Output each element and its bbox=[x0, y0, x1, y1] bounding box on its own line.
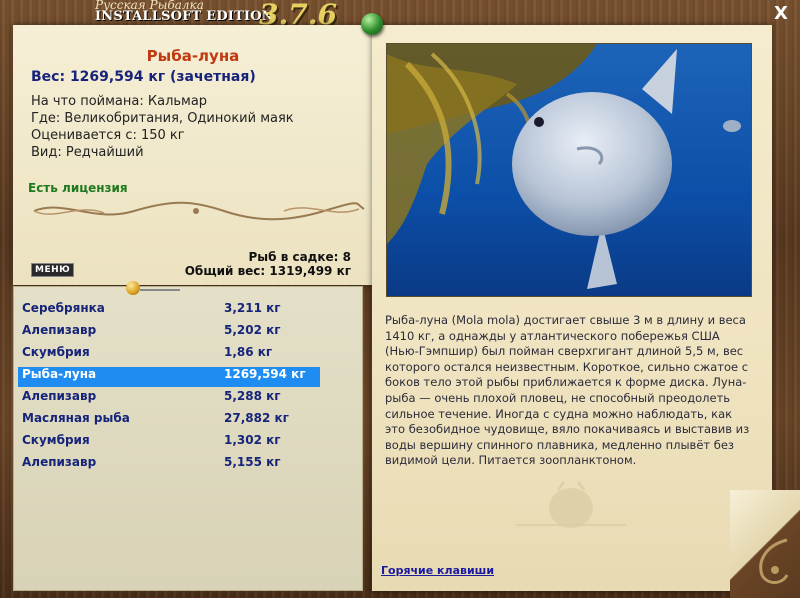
fish-item-weight: 27,882 кг bbox=[224, 411, 289, 425]
fish-item-weight: 1,86 кг bbox=[224, 345, 273, 359]
ornament-divider bbox=[33, 201, 365, 221]
fish-list-item-selected[interactable]: Рыба-луна 1269,594 кг bbox=[18, 367, 320, 387]
fish-list-item[interactable]: Масляная рыба 27,882 кг bbox=[18, 411, 320, 431]
yellow-pin-icon bbox=[126, 281, 140, 295]
fish-description: Рыба-луна (Mola mola) достигает свыше 3 … bbox=[385, 313, 750, 468]
hotkeys-link[interactable]: Горячие клавиши bbox=[381, 564, 494, 577]
location-info: Где: Великобритания, Одинокий маяк bbox=[31, 111, 294, 126]
fish-item-weight: 1269,594 кг bbox=[224, 367, 306, 381]
menu-button[interactable]: МЕНЮ bbox=[31, 263, 75, 277]
fish-count: Рыб в садке: 8 bbox=[248, 250, 352, 264]
fish-list-item[interactable]: Алепизавр 5,155 кг bbox=[18, 455, 320, 475]
fish-list-item[interactable]: Алепизавр 5,288 кг bbox=[18, 389, 320, 409]
fish-item-weight: 1,302 кг bbox=[224, 433, 281, 447]
fish-list-item[interactable]: Скумбрия 1,86 кг bbox=[18, 345, 320, 365]
fish-title: Рыба-луна bbox=[146, 47, 240, 65]
fish-list-item[interactable]: Серебрянка 3,211 кг bbox=[18, 301, 320, 321]
fish-list-item[interactable]: Алепизавр 5,202 кг bbox=[18, 323, 320, 343]
total-weight: Общий вес: 1319,499 кг bbox=[184, 264, 351, 278]
needle-icon bbox=[140, 289, 180, 291]
bait-info: На что поймана: Кальмар bbox=[31, 94, 208, 109]
fish-item-name: Алепизавр bbox=[22, 455, 97, 469]
fish-list-item[interactable]: Скумбрия 1,302 кг bbox=[18, 433, 320, 453]
fish-item-name: Скумбрия bbox=[22, 433, 90, 447]
game-logo: Русская Рыбалка INSTALLSOFT EDITION 3.7.… bbox=[95, 0, 337, 31]
fish-weight: Вес: 1269,594 кг (зачетная) bbox=[31, 69, 256, 85]
fish-skeleton-watermark bbox=[516, 481, 626, 528]
price-info: Оценивается с: 150 кг bbox=[31, 128, 185, 143]
fish-item-name: Рыба-луна bbox=[22, 367, 97, 381]
fish-item-name: Масляная рыба bbox=[22, 411, 130, 425]
fish-photo bbox=[386, 43, 752, 297]
fish-item-name: Алепизавр bbox=[22, 323, 97, 337]
fish-item-name: Скумбрия bbox=[22, 345, 90, 359]
logo-edition: INSTALLSOFT EDITION bbox=[95, 9, 274, 24]
fish-item-weight: 5,202 кг bbox=[224, 323, 281, 337]
close-button[interactable]: X bbox=[770, 3, 792, 25]
fish-item-weight: 5,288 кг bbox=[224, 389, 281, 403]
fish-item-weight: 5,155 кг bbox=[224, 455, 281, 469]
corner-ornament bbox=[759, 538, 789, 584]
license-status: Есть лицензия bbox=[28, 181, 128, 195]
rarity-info: Вид: Редчайший bbox=[31, 145, 144, 160]
green-pin-icon bbox=[361, 13, 383, 35]
fish-item-weight: 3,211 кг bbox=[224, 301, 281, 315]
fish-item-name: Серебрянка bbox=[22, 301, 105, 315]
fish-item-name: Алепизавр bbox=[22, 389, 97, 403]
